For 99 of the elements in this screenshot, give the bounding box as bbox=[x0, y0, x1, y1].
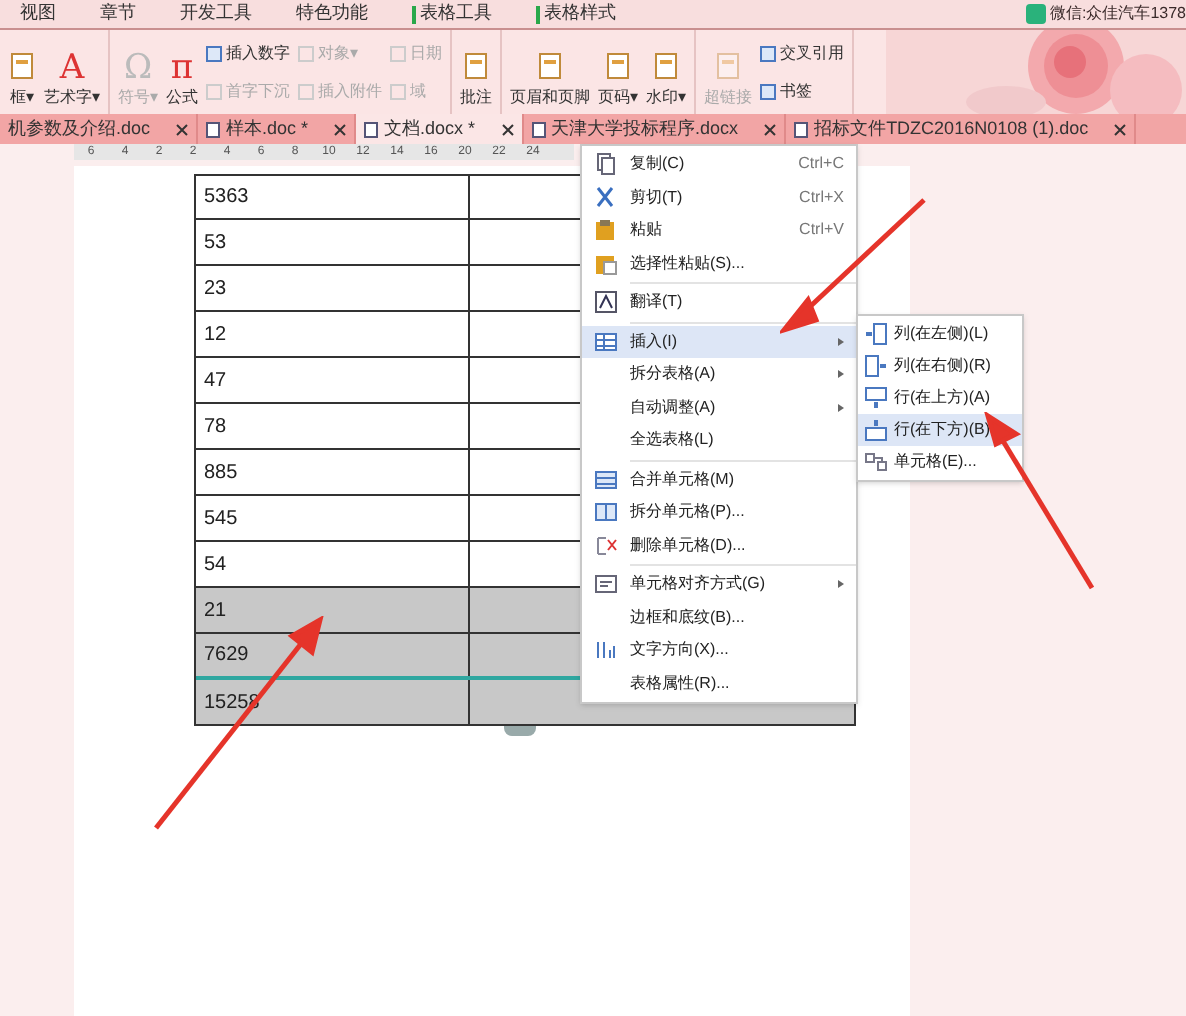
menu-item[interactable]: 拆分单元格(P)... bbox=[582, 496, 856, 529]
menu-icon bbox=[594, 533, 618, 558]
user-name: 微信:众佳汽车1378 bbox=[1049, 2, 1186, 26]
menu-icon bbox=[594, 467, 618, 492]
submenu-arrow-icon bbox=[838, 580, 844, 589]
menu-item[interactable]: 翻译(T) bbox=[582, 286, 856, 319]
logo-icon bbox=[1025, 4, 1046, 24]
menu-tab[interactable]: 开发工具 bbox=[180, 0, 252, 28]
menu-item[interactable]: 行(在上方)(A) bbox=[858, 382, 1022, 414]
small-icon bbox=[760, 45, 776, 61]
document-icon bbox=[536, 52, 564, 80]
menu-icon bbox=[864, 386, 888, 410]
menu-tab[interactable]: 特色功能 bbox=[296, 0, 368, 28]
menu-item[interactable]: 单元格(E)... bbox=[858, 446, 1022, 478]
document-tab[interactable]: 文档.docx * bbox=[356, 114, 524, 144]
menu-icon bbox=[864, 322, 888, 346]
menu-icon bbox=[594, 500, 618, 525]
ribbon-button[interactable]: A 艺术字▾ bbox=[44, 30, 100, 114]
menu-tab[interactable]: 表格工具 bbox=[412, 0, 492, 28]
ribbon-button[interactable]: 水印▾ bbox=[646, 30, 686, 114]
table-cell: 54 bbox=[196, 542, 470, 586]
menu-item[interactable]: 文字方向(X)... bbox=[582, 634, 856, 667]
ribbon-button[interactable]: 交叉引用 bbox=[760, 41, 844, 65]
table-cell: 23 bbox=[196, 266, 470, 310]
small-icon bbox=[760, 83, 776, 99]
table-handle[interactable] bbox=[504, 726, 536, 736]
glyph-icon: π bbox=[170, 48, 194, 88]
submenu-arrow-icon bbox=[838, 337, 844, 346]
table-cell: 47 bbox=[196, 358, 470, 402]
close-icon bbox=[501, 123, 514, 135]
menu-item[interactable]: 单元格对齐方式(G) bbox=[582, 568, 856, 601]
menu-icon bbox=[864, 354, 888, 378]
document-icon bbox=[531, 121, 546, 137]
menu-icon bbox=[594, 185, 618, 210]
ribbon-button[interactable]: 框▾ bbox=[8, 30, 36, 114]
document-icon bbox=[794, 121, 809, 137]
table-cell: 5363 bbox=[196, 176, 470, 218]
ribbon-button[interactable]: 插入数字 bbox=[206, 41, 290, 65]
table-cell: 545 bbox=[196, 496, 470, 540]
ribbon-button[interactable]: π 公式 bbox=[166, 30, 198, 114]
close-icon bbox=[176, 123, 189, 135]
menu-icon bbox=[594, 290, 618, 315]
ribbon-button[interactable]: 批注 bbox=[460, 30, 492, 114]
menu-item[interactable]: 列(在右侧)(R) bbox=[858, 350, 1022, 382]
close-icon bbox=[764, 123, 777, 135]
menu-tab[interactable]: 表格样式 bbox=[536, 0, 616, 28]
shortcut-label: Ctrl+V bbox=[799, 218, 844, 243]
table-cell: 885 bbox=[196, 450, 470, 494]
document-icon bbox=[652, 52, 680, 80]
ribbon-button[interactable]: 页码▾ bbox=[598, 30, 638, 114]
document-tab[interactable]: 天津大学投标程序.docx bbox=[523, 114, 787, 144]
document-icon bbox=[364, 121, 379, 137]
table-cell: 12 bbox=[196, 312, 470, 356]
menu-icon bbox=[594, 329, 618, 354]
document-icon bbox=[462, 52, 490, 80]
menu-icon bbox=[594, 251, 618, 276]
menu-icon bbox=[594, 572, 618, 597]
menu-icon bbox=[594, 218, 618, 243]
close-icon bbox=[334, 123, 347, 135]
shortcut-label: Ctrl+X bbox=[799, 185, 844, 210]
document-icon bbox=[714, 52, 742, 80]
small-icon bbox=[206, 83, 222, 99]
document-icon bbox=[8, 52, 36, 80]
menu-item[interactable]: 删除单元格(D)... bbox=[582, 529, 856, 562]
submenu-arrow-icon bbox=[838, 403, 844, 412]
menu-tab[interactable]: 视图 bbox=[20, 0, 56, 28]
small-icon bbox=[298, 83, 314, 99]
glyph-icon: Ω bbox=[123, 48, 153, 88]
table-cell: 53 bbox=[196, 220, 470, 264]
glyph-icon: A bbox=[59, 48, 85, 88]
menu-item[interactable]: 列(在左侧)(L) bbox=[858, 318, 1022, 350]
menu-item[interactable]: 插入(I) bbox=[582, 325, 856, 358]
menu-icon bbox=[864, 450, 888, 474]
menu-item[interactable]: 全选表格(L) bbox=[582, 424, 856, 457]
menu-item[interactable]: 合并单元格(M) bbox=[582, 463, 856, 496]
document-icon bbox=[604, 52, 632, 80]
menu-item[interactable]: 选择性粘贴(S)... bbox=[582, 247, 856, 280]
document-icon bbox=[206, 121, 221, 137]
menu-item[interactable]: 剪切(T) Ctrl+X bbox=[582, 181, 856, 214]
ribbon-button[interactable]: 书签 bbox=[760, 79, 844, 103]
ribbon-button[interactable]: 页眉和页脚 bbox=[510, 30, 590, 114]
small-icon bbox=[298, 45, 314, 61]
menu-item[interactable]: 拆分表格(A) bbox=[582, 358, 856, 391]
menu-item[interactable]: 表格属性(R)... bbox=[582, 667, 856, 700]
menu-tab[interactable]: 章节 bbox=[100, 0, 136, 28]
small-icon bbox=[390, 83, 406, 99]
menu-icon bbox=[594, 152, 618, 177]
menu-item[interactable]: 边框和底纹(B)... bbox=[582, 601, 856, 634]
menu-item[interactable]: 自动调整(A) bbox=[582, 391, 856, 424]
shortcut-label: Ctrl+C bbox=[798, 152, 844, 177]
table-cell: 78 bbox=[196, 404, 470, 448]
close-icon bbox=[1114, 123, 1127, 135]
menu-item[interactable]: 粘贴 Ctrl+V bbox=[582, 214, 856, 247]
menu-icon bbox=[864, 418, 888, 442]
small-icon bbox=[206, 45, 222, 61]
submenu-arrow-icon bbox=[838, 370, 844, 379]
menu-icon bbox=[594, 638, 618, 663]
small-icon bbox=[390, 45, 406, 61]
menu-item[interactable]: 复制(C) Ctrl+C bbox=[582, 148, 856, 181]
